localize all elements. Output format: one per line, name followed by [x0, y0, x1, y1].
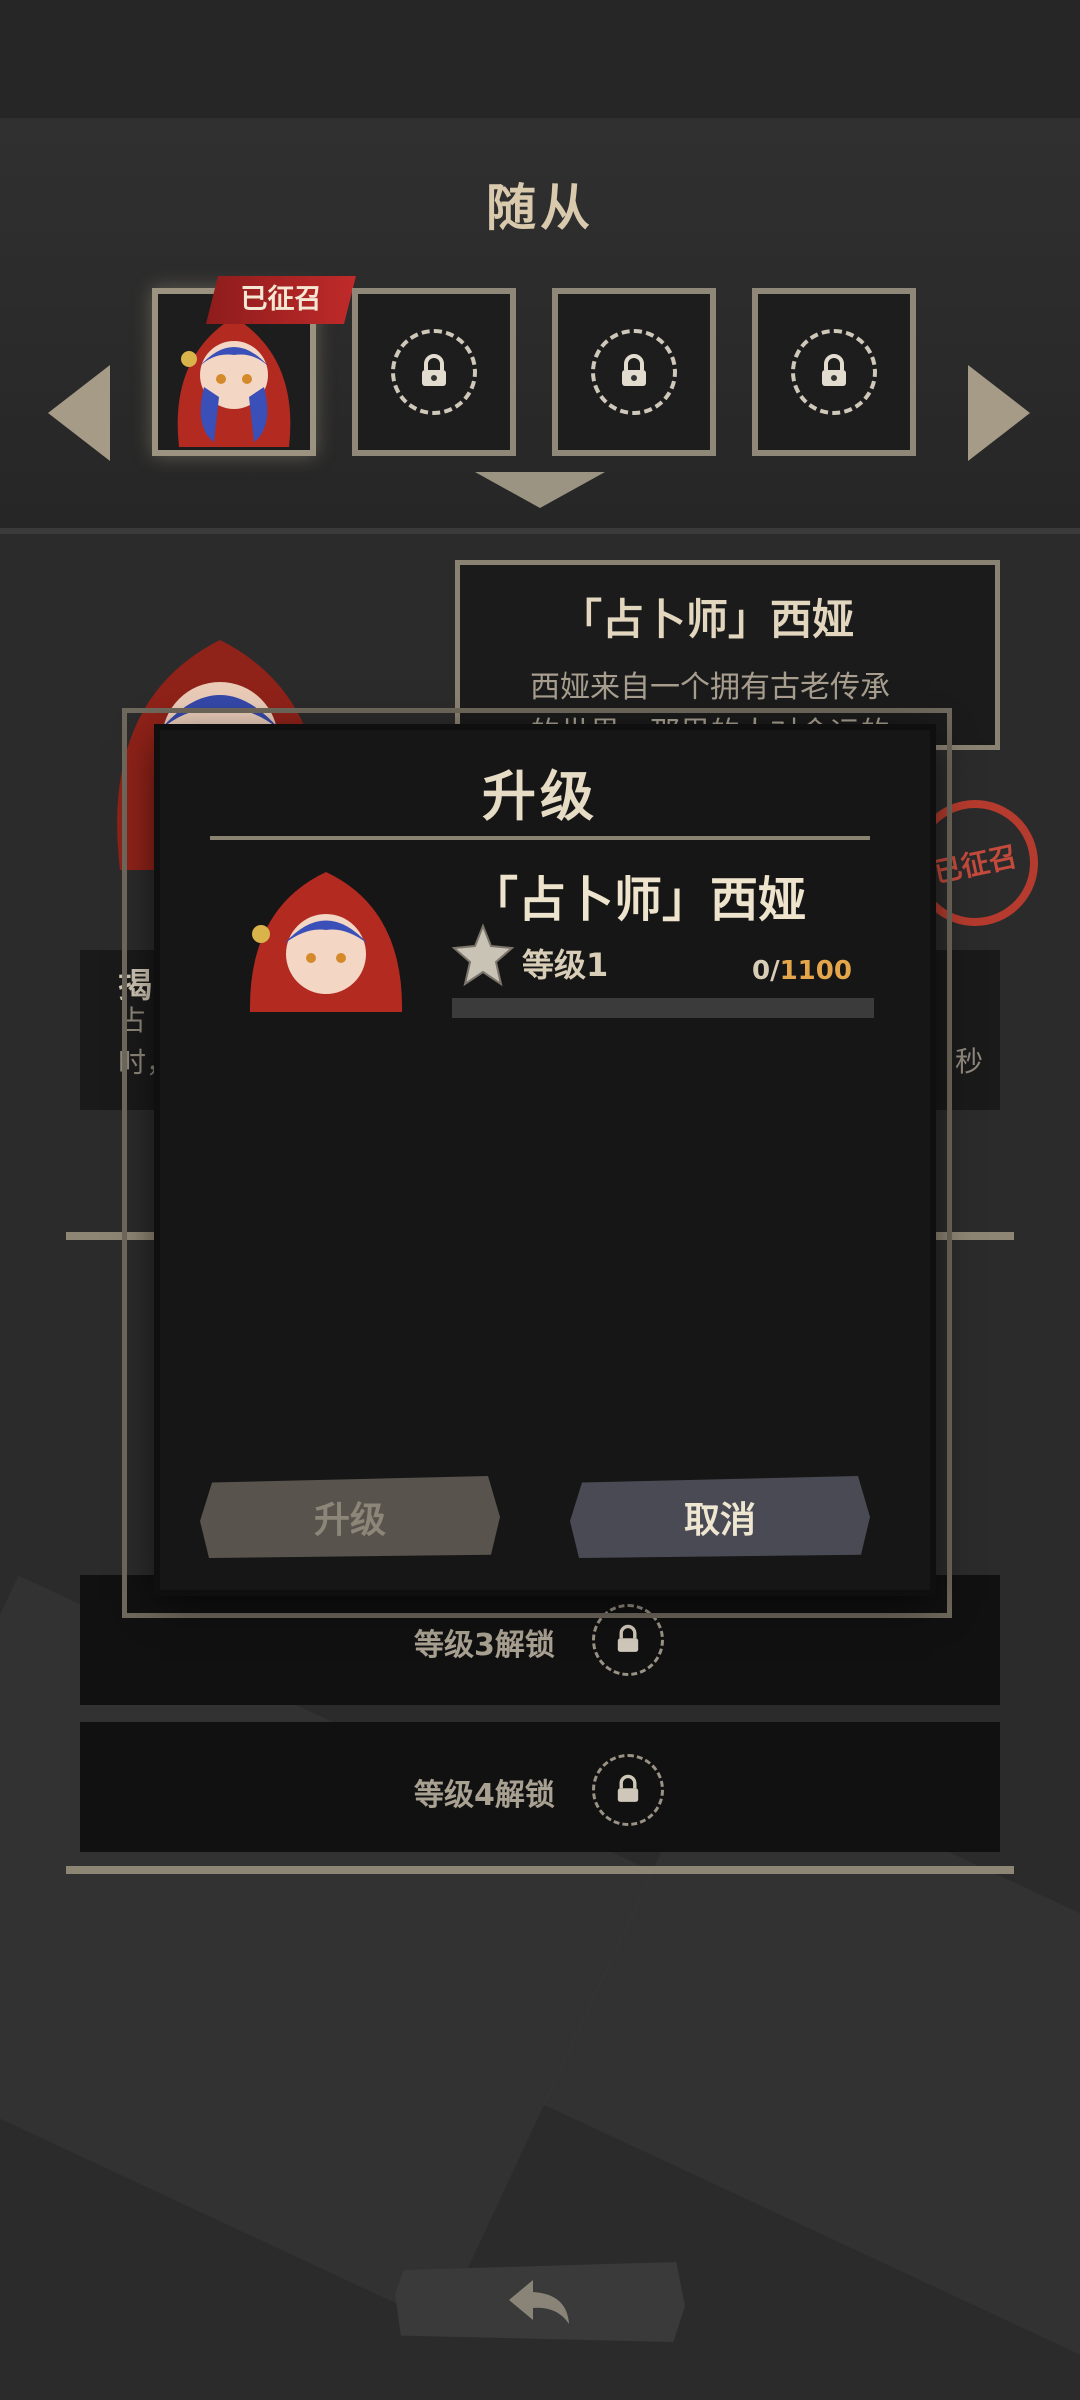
lock-icon [791, 329, 877, 415]
expand-chevron-icon[interactable] [475, 472, 605, 508]
star-level-icon [450, 922, 516, 988]
modal-hero-avatar [236, 862, 416, 1012]
top-bar [0, 0, 1080, 118]
back-arrow-icon [509, 2280, 569, 2324]
upgrade-button[interactable]: 升级 [200, 1476, 500, 1558]
panel-title: 随从 [486, 179, 594, 237]
xp-text: 0/1100 [752, 956, 852, 986]
skill-side-text: 秒 [955, 1045, 984, 1078]
bio-title: 「占卜师」西娅 [560, 595, 855, 644]
modal-divider [210, 836, 870, 840]
tier-4-label: 等级4解锁 [414, 1778, 555, 1813]
lock-icon [591, 329, 677, 415]
companion-slot-2[interactable] [352, 288, 516, 456]
upgrade-modal [160, 730, 930, 1590]
xp-current: 0/ [752, 956, 780, 986]
lock-icon [592, 1754, 664, 1826]
cancel-button[interactable]: 取消 [570, 1476, 870, 1558]
prev-arrow-icon[interactable] [48, 365, 110, 461]
tier-3-label: 等级3解锁 [414, 1628, 555, 1663]
next-arrow-icon[interactable] [968, 365, 1030, 461]
modal-title: 升级 [482, 765, 598, 828]
back-button[interactable] [395, 2262, 685, 2342]
level-label: 等级1 [522, 946, 609, 984]
companion-slot-4[interactable] [752, 288, 916, 456]
companion-slot-3[interactable] [552, 288, 716, 456]
xp-bar [452, 998, 874, 1018]
section-divider [66, 1866, 1014, 1874]
lock-icon [391, 329, 477, 415]
xp-max: 1100 [779, 956, 852, 986]
modal-hero-name: 「占卜师」西娅 [470, 872, 807, 928]
recruited-badge: 已征召 [206, 276, 356, 324]
bio-line-1: 西娅来自一个拥有古老传承 [530, 670, 890, 705]
